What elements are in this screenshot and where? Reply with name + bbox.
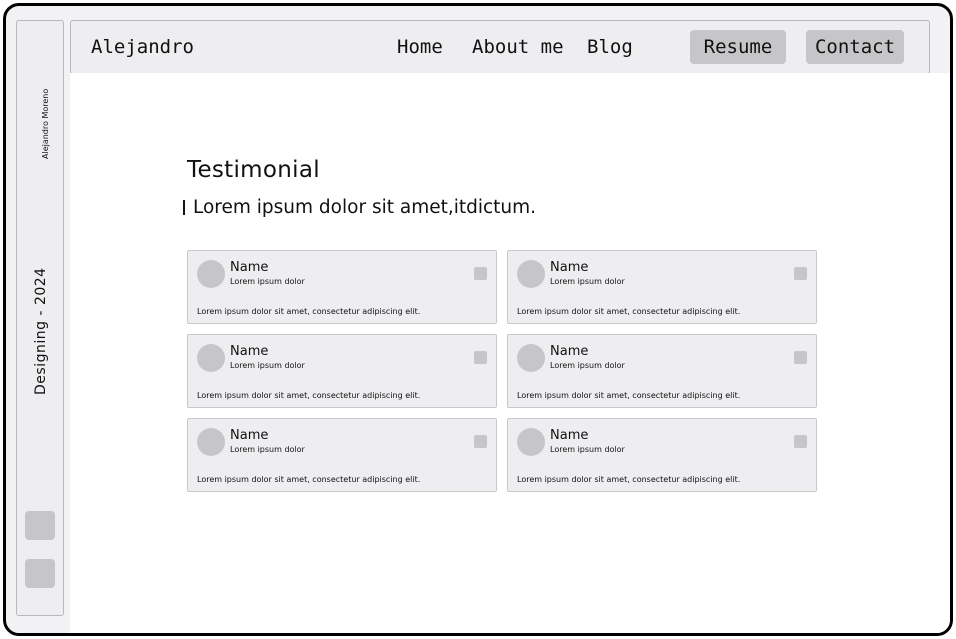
- testimonial-name: Name: [550, 428, 589, 443]
- testimonial-role: Lorem ipsum dolor: [550, 361, 625, 370]
- top-navbar: Alejandro Home About me Blog Resume Cont…: [70, 20, 930, 74]
- nav-link-home[interactable]: Home: [397, 36, 443, 58]
- nav-link-blog[interactable]: Blog: [587, 36, 633, 58]
- testimonial-name: Name: [550, 260, 589, 275]
- app-window: Alejandro Moreno Designing - 2024 Alejan…: [3, 3, 953, 636]
- card-action-icon[interactable]: [474, 351, 487, 364]
- testimonial-text: Lorem ipsum dolor sit amet, consectetur …: [197, 307, 421, 316]
- card-action-icon[interactable]: [474, 435, 487, 448]
- testimonial-card: Name Lorem ipsum dolor Lorem ipsum dolor…: [507, 250, 817, 324]
- avatar: [517, 428, 545, 456]
- resume-button[interactable]: Resume: [690, 30, 786, 64]
- testimonial-text: Lorem ipsum dolor sit amet, consectetur …: [517, 307, 741, 316]
- section-title: Testimonial: [187, 157, 320, 183]
- card-action-icon[interactable]: [474, 267, 487, 280]
- testimonial-role: Lorem ipsum dolor: [550, 277, 625, 286]
- sidebar-owner-name: Alejandro Moreno: [41, 88, 50, 159]
- testimonial-name: Name: [550, 344, 589, 359]
- testimonial-name: Name: [230, 260, 269, 275]
- testimonial-card: Name Lorem ipsum dolor Lorem ipsum dolor…: [187, 250, 497, 324]
- avatar: [197, 344, 225, 372]
- testimonial-card: Name Lorem ipsum dolor Lorem ipsum dolor…: [187, 334, 497, 408]
- sidebar-button-1[interactable]: [25, 511, 55, 540]
- nav-link-about[interactable]: About me: [472, 36, 564, 58]
- avatar: [517, 260, 545, 288]
- testimonial-text: Lorem ipsum dolor sit amet, consectetur …: [197, 391, 421, 400]
- brand-name[interactable]: Alejandro: [91, 36, 194, 58]
- testimonial-text: Lorem ipsum dolor sit amet, consectetur …: [517, 475, 741, 484]
- sidebar-button-2[interactable]: [25, 559, 55, 588]
- testimonial-role: Lorem ipsum dolor: [550, 445, 625, 454]
- contact-button[interactable]: Contact: [806, 30, 904, 64]
- card-action-icon[interactable]: [794, 351, 807, 364]
- subtitle-text: Lorem ipsum dolor sit amet,itdictum.: [193, 197, 537, 218]
- testimonial-text: Lorem ipsum dolor sit amet, consectetur …: [517, 391, 741, 400]
- testimonial-role: Lorem ipsum dolor: [230, 277, 305, 286]
- card-action-icon[interactable]: [794, 267, 807, 280]
- testimonial-role: Lorem ipsum dolor: [230, 361, 305, 370]
- section-subtitle: Lorem ipsum dolor sit amet,itdictum.: [183, 197, 536, 218]
- main-content: Testimonial Lorem ipsum dolor sit amet,i…: [70, 73, 950, 633]
- testimonial-name: Name: [230, 344, 269, 359]
- testimonial-name: Name: [230, 428, 269, 443]
- testimonial-role: Lorem ipsum dolor: [230, 445, 305, 454]
- avatar: [197, 428, 225, 456]
- sidebar-tagline: Designing - 2024: [33, 267, 49, 395]
- avatar: [197, 260, 225, 288]
- testimonial-text: Lorem ipsum dolor sit amet, consectetur …: [197, 475, 421, 484]
- card-action-icon[interactable]: [794, 435, 807, 448]
- subtitle-accent-bar: [183, 200, 185, 215]
- avatar: [517, 344, 545, 372]
- testimonial-card: Name Lorem ipsum dolor Lorem ipsum dolor…: [507, 334, 817, 408]
- testimonial-card: Name Lorem ipsum dolor Lorem ipsum dolor…: [187, 418, 497, 492]
- testimonial-card: Name Lorem ipsum dolor Lorem ipsum dolor…: [507, 418, 817, 492]
- sidebar: Alejandro Moreno Designing - 2024: [16, 20, 64, 616]
